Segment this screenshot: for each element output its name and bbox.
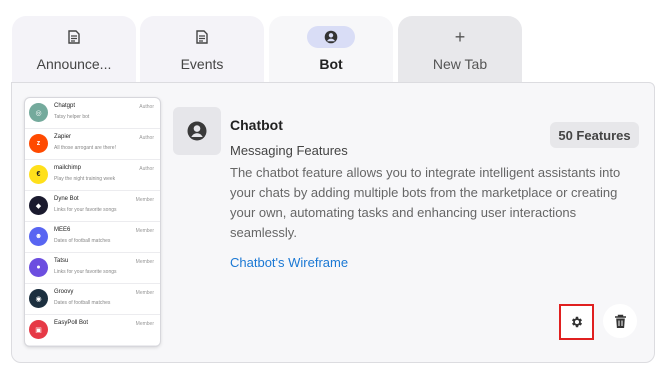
- bot-name: EasyPoll Bot: [54, 320, 89, 326]
- tab-label: New Tab: [432, 56, 488, 72]
- tab-label: Announce...: [36, 56, 112, 72]
- bot-sub: Dates of football matches: [54, 238, 111, 244]
- bot-role: Member: [135, 290, 154, 296]
- user-circle-icon: [187, 121, 207, 141]
- tab-announcements[interactable]: Announce...: [12, 16, 136, 82]
- bot-avatar: [173, 107, 221, 155]
- list-item: z Zapier All those arrogant are there! A…: [25, 129, 160, 160]
- bot-sub: All those arrogant are there!: [54, 145, 116, 151]
- bot-role: Member: [135, 259, 154, 265]
- document-icon: [50, 26, 98, 48]
- bot-name: Groovy: [54, 289, 74, 295]
- bot-sub: Links for your favorite songs: [54, 269, 117, 275]
- bot-name: mailchimp: [54, 165, 82, 171]
- bot-title: Chatbot: [230, 117, 283, 133]
- easypoll-avatar-icon: ▣: [29, 320, 48, 339]
- bot-role: Author: [139, 104, 154, 110]
- bot-preview-image: ◎ Chatgpt Tatsy helper bot Author z Zapi…: [24, 97, 161, 347]
- list-item: ● Tatsu Links for your favorite songs Me…: [25, 253, 160, 284]
- tatsu-avatar-icon: ●: [29, 258, 48, 277]
- dyno-avatar-icon: ◆: [29, 196, 48, 215]
- plus-icon: +: [454, 27, 466, 47]
- features-badge: 50 Features: [550, 122, 639, 148]
- tab-label: Bot: [319, 56, 343, 72]
- bot-role: Author: [139, 166, 154, 172]
- mailchimp-avatar-icon: €: [29, 165, 48, 184]
- bot-sub: Dates of football matches: [54, 300, 111, 306]
- bot-sub: Tatsy helper bot: [54, 114, 90, 120]
- list-item: ◉ Groovy Dates of football matches Membe…: [25, 284, 160, 315]
- bot-description: The chatbot feature allows you to integr…: [230, 165, 621, 240]
- gear-icon: [571, 316, 582, 328]
- delete-button[interactable]: [603, 304, 637, 338]
- tab-label: Events: [180, 56, 224, 72]
- bot-name: Zapier: [54, 134, 72, 140]
- bot-role: Member: [135, 321, 154, 327]
- list-item: ☻ MEE6 Dates of football matches Member: [25, 222, 160, 253]
- groovy-avatar-icon: ◉: [29, 289, 48, 308]
- zapier-avatar-icon: z: [29, 134, 48, 153]
- list-item: ▣ EasyPoll Bot Member: [25, 315, 160, 346]
- list-item: € mailchimp Play the night training week…: [25, 160, 160, 191]
- tab-bot[interactable]: Bot: [269, 16, 393, 82]
- bot-panel: ◎ Chatgpt Tatsy helper bot Author z Zapi…: [11, 82, 655, 363]
- bot-name: Dyne Bot: [54, 196, 79, 202]
- bot-role: Member: [135, 228, 154, 234]
- trash-icon: [614, 314, 626, 328]
- chatgpt-avatar-icon: ◎: [29, 103, 48, 122]
- settings-button[interactable]: [559, 304, 594, 340]
- bot-subtitle: Messaging Features: [230, 143, 348, 158]
- list-item: ◎ Chatgpt Tatsy helper bot Author: [25, 98, 160, 129]
- tab-new[interactable]: + New Tab: [398, 16, 522, 82]
- bot-sub: Play the night training week: [54, 176, 116, 182]
- bot-role: Member: [135, 197, 154, 203]
- bot-sub: Links for your favorite songs: [54, 207, 117, 213]
- bot-name: Chatgpt: [54, 103, 76, 109]
- list-item: ◆ Dyne Bot Links for your favorite songs…: [25, 191, 160, 222]
- bot-name: Tatsu: [54, 258, 69, 264]
- user-circle-icon: [307, 26, 355, 48]
- tab-events[interactable]: Events: [140, 16, 264, 82]
- bot-role: Author: [139, 135, 154, 141]
- mee6-avatar-icon: ☻: [29, 227, 48, 246]
- bot-name: MEE6: [54, 227, 71, 233]
- wireframe-link[interactable]: Chatbot's Wireframe: [230, 255, 348, 270]
- document-icon: [178, 26, 226, 48]
